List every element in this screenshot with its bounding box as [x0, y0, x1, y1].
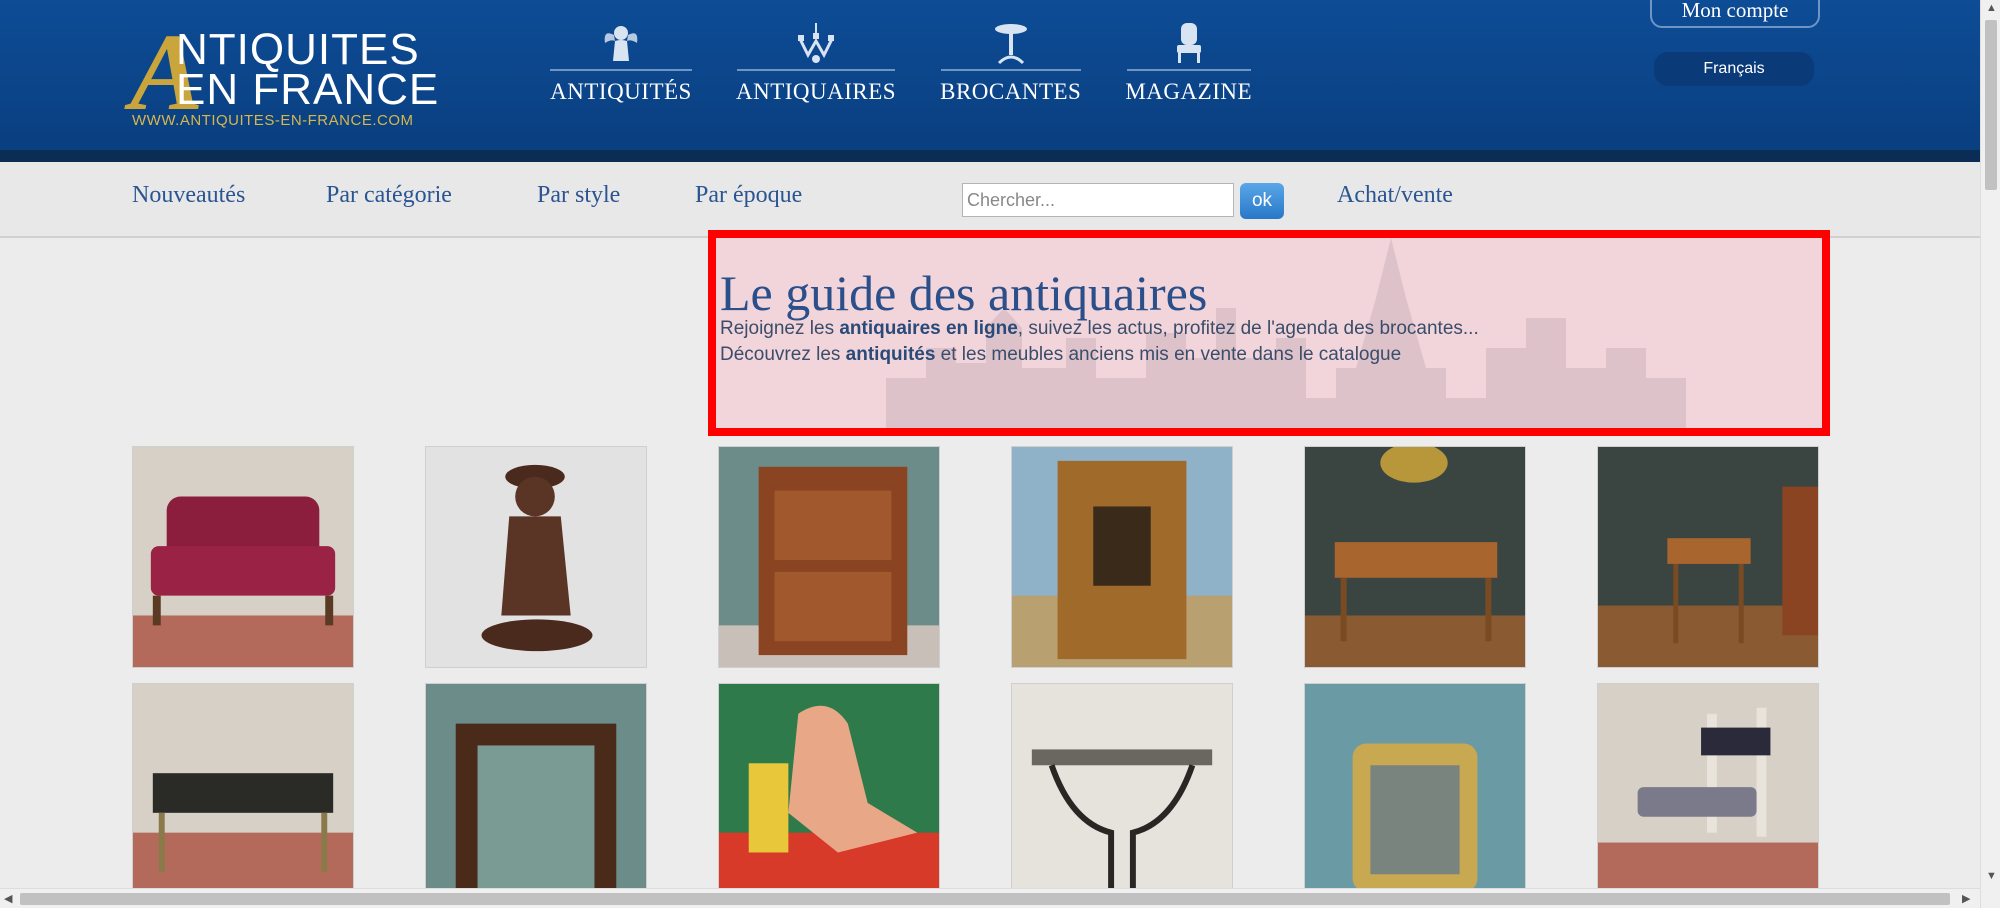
nav-rule: [940, 69, 1081, 71]
link-antiquites[interactable]: antiquités: [846, 344, 936, 365]
marquetry-secretary-photo: [719, 447, 939, 667]
subnav-par-style[interactable]: Par style: [537, 182, 620, 209]
main-nav: ANTIQUITÉS ANTIQUAIRES BROCANTES MAGAZIN…: [550, 20, 1296, 105]
scroll-left-icon[interactable]: ◀: [4, 892, 12, 905]
intro-line-2-c: et les meubles anciens mis en vente dans…: [935, 344, 1402, 365]
nav-antiquaires[interactable]: ANTIQUAIRES: [736, 20, 896, 105]
side-table-photo: [1598, 447, 1818, 667]
product-iron-console[interactable]: [1011, 683, 1233, 905]
nav-antiquaires-label: ANTIQUAIRES: [736, 79, 897, 104]
nav-magazine-label: MAGAZINE: [1125, 79, 1253, 104]
product-low-table[interactable]: [132, 683, 354, 905]
nav-antiquites-label: ANTIQUITÉS: [550, 79, 692, 104]
carved-hall-cabinet-photo: [1012, 447, 1232, 667]
product-hall-cabinet[interactable]: [1011, 446, 1233, 668]
intro-line-1: Rejoignez les antiquaires en ligne, suiv…: [720, 318, 1479, 340]
intro-section: Le guide des antiquaires Rejoignez les a…: [708, 230, 1830, 436]
chandelier-icon: [794, 20, 838, 66]
low-table-photo: [133, 684, 353, 904]
nav-rule: [737, 69, 896, 71]
subnav-par-epoque[interactable]: Par époque: [695, 182, 802, 209]
product-carved-frame[interactable]: [425, 683, 647, 905]
subnav-achat-vente[interactable]: Achat/vente: [1337, 182, 1453, 209]
vertical-scroll-thumb[interactable]: [1985, 20, 1997, 190]
account-button[interactable]: Mon compte: [1650, 0, 1820, 28]
scroll-right-icon[interactable]: ▶: [1962, 892, 1970, 905]
intro-line-2-a: Découvrez les: [720, 344, 846, 365]
subnav-nouveautes[interactable]: Nouveautés: [132, 182, 245, 209]
search-ok-button[interactable]: ok: [1240, 183, 1284, 219]
intro-line-2: Découvrez les antiquités et les meubles …: [720, 344, 1401, 366]
intro-title: Le guide des antiquaires: [720, 265, 1208, 321]
intro-line-1-c: , suivez les actus, profitez de l'agenda…: [1017, 318, 1479, 339]
site-header: A NTIQUITES EN FRANCE WWW.ANTIQUITES-EN-…: [0, 0, 1980, 162]
chair-photo: [1598, 684, 1818, 904]
carved-frame-photo: [426, 684, 646, 904]
scroll-down-icon[interactable]: ▼: [1986, 870, 1997, 882]
nav-antiquites[interactable]: ANTIQUITÉS: [550, 20, 692, 105]
product-bronze-statue[interactable]: [425, 446, 647, 668]
armchair-icon: [1167, 20, 1211, 66]
nav-brocantes-label: BROCANTES: [940, 79, 1082, 104]
gilt-mirror-photo: [1305, 684, 1525, 904]
product-secretary[interactable]: [718, 446, 940, 668]
nude-painting-photo: [719, 684, 939, 904]
product-gilt-mirror[interactable]: [1304, 683, 1526, 905]
logo-line-2: EN FRANCE: [176, 65, 440, 114]
bronze-statue-photo: [426, 447, 646, 667]
nav-magazine[interactable]: MAGAZINE: [1125, 20, 1252, 105]
vertical-scrollbar[interactable]: ▲ ▼: [1980, 0, 2000, 908]
horizontal-scrollbar[interactable]: ◀ ▶: [0, 888, 1980, 908]
product-side-table[interactable]: [1597, 446, 1819, 668]
cherub-icon: [599, 20, 643, 66]
search-input[interactable]: [962, 183, 1234, 217]
intro-line-1-a: Rejoignez les: [720, 318, 840, 339]
subnav-par-categorie[interactable]: Par catégorie: [326, 182, 452, 209]
product-red-settee[interactable]: [132, 446, 354, 668]
product-writing-desk[interactable]: [1304, 446, 1526, 668]
horizontal-scroll-thumb[interactable]: [20, 893, 1950, 905]
site-logo[interactable]: A NTIQUITES EN FRANCE WWW.ANTIQUITES-EN-…: [130, 17, 450, 132]
scroll-up-icon[interactable]: ▲: [1986, 2, 1997, 14]
logo-url: WWW.ANTIQUITES-EN-FRANCE.COM: [132, 112, 414, 129]
nav-brocantes[interactable]: BROCANTES: [940, 20, 1081, 105]
gueridon-table-icon: [989, 20, 1033, 66]
nav-rule: [550, 69, 692, 71]
link-antiquaires-en-ligne[interactable]: antiquaires en ligne: [839, 318, 1017, 339]
language-select[interactable]: Français: [1654, 52, 1814, 86]
wrought-iron-console-photo: [1012, 684, 1232, 904]
writing-desk-photo: [1305, 447, 1525, 667]
nav-rule: [1126, 69, 1251, 71]
product-nude-painting[interactable]: [718, 683, 940, 905]
red-settee-photo: [133, 447, 353, 667]
product-chair[interactable]: [1597, 683, 1819, 905]
